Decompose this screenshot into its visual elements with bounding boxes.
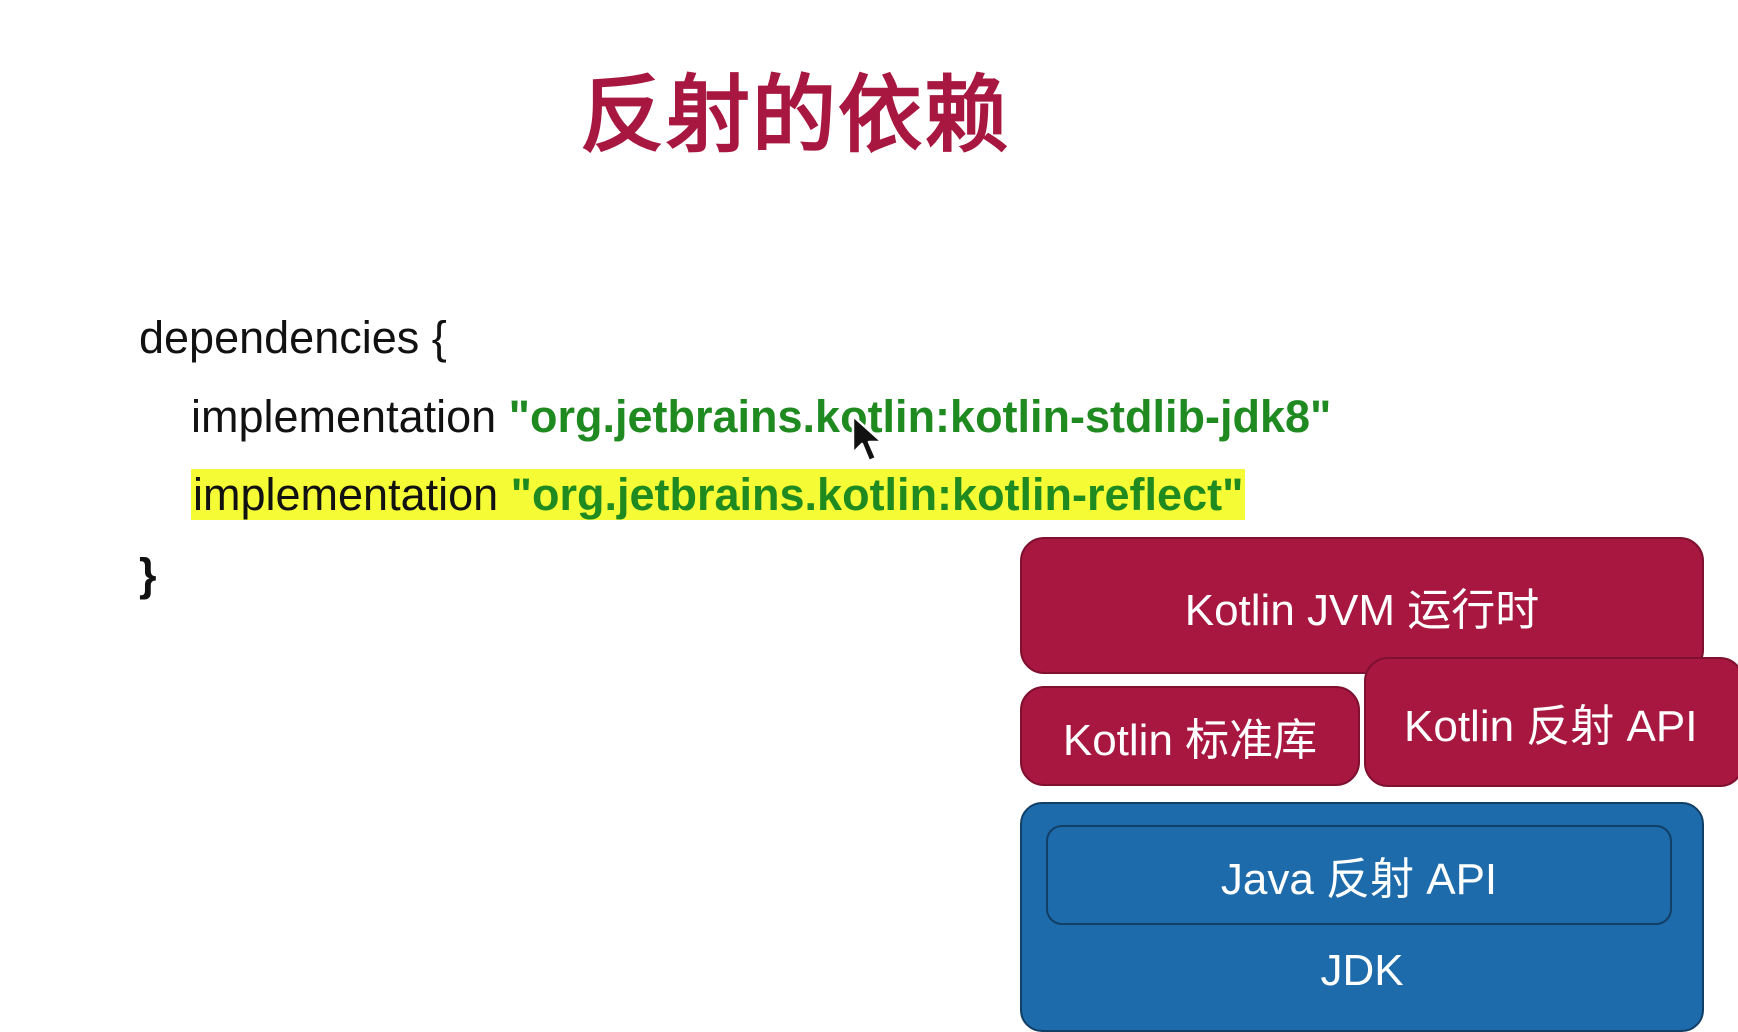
highlighted-dependency: implementation "org.jetbrains.kotlin:kot… <box>191 469 1246 520</box>
dependency-keyword: implementation <box>193 469 499 520</box>
kotlin-stdlib-label: Kotlin 标准库 <box>1062 716 1318 765</box>
java-reflect-label: Java 反射 API <box>1220 855 1498 904</box>
slide-title: 反射的依赖 <box>580 66 1011 164</box>
dependencies-block-close: } <box>139 549 157 600</box>
kotlin-reflect-box: Kotlin 反射 API <box>1364 657 1738 787</box>
dependency-line-reflect: implementation "org.jetbrains.kotlin:kot… <box>191 467 1246 523</box>
kotlin-jvm-runtime-label: Kotlin JVM 运行时 <box>1184 585 1540 635</box>
dependency-line-stdlib: implementation "org.jetbrains.kotlin:kot… <box>191 389 1331 445</box>
kotlin-jvm-runtime-box: Kotlin JVM 运行时 <box>1020 537 1704 674</box>
kotlin-reflect-label: Kotlin 反射 API <box>1404 702 1698 751</box>
java-reflect-box: Java 反射 API <box>1046 825 1672 925</box>
dependency-string: "org.jetbrains.kotlin:kotlin-stdlib-jdk8… <box>508 391 1332 442</box>
kotlin-stdlib-box: Kotlin 标准库 <box>1020 686 1360 786</box>
dependency-string: "org.jetbrains.kotlin:kotlin-reflect" <box>510 469 1244 520</box>
jdk-label: JDK <box>1320 946 1404 995</box>
mouse-pointer-icon <box>851 414 884 463</box>
dependencies-block-open: dependencies { <box>139 312 447 363</box>
dependency-keyword: implementation <box>191 391 497 442</box>
